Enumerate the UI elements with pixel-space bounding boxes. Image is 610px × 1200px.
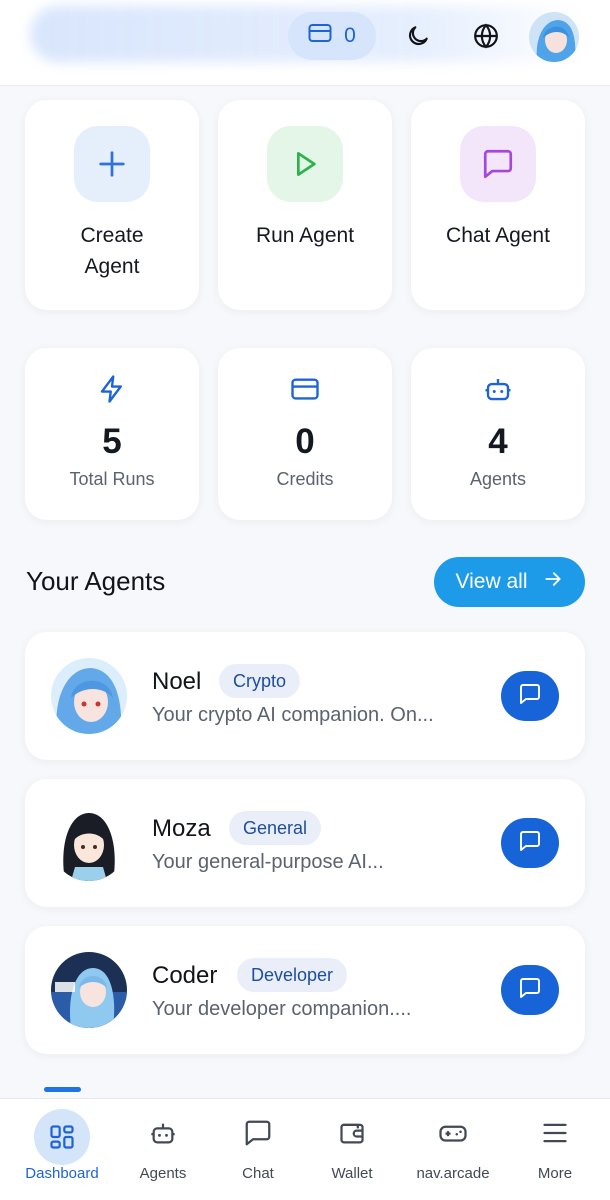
credits-count: 0 <box>344 24 356 47</box>
view-all-button[interactable]: View all <box>434 557 585 607</box>
zap-icon <box>25 374 199 404</box>
nav-label: nav.arcade <box>416 1165 490 1182</box>
agent-avatar <box>51 805 127 881</box>
message-square-icon <box>230 1109 286 1157</box>
chat-button[interactable] <box>501 965 559 1015</box>
total-runs-label: Total Runs <box>69 469 155 489</box>
credit-card-icon <box>308 23 332 49</box>
nav-label: Dashboard <box>25 1165 99 1182</box>
message-square-icon <box>460 126 536 202</box>
create-agent-card[interactable]: Create Agent <box>25 100 199 310</box>
nav-more[interactable]: More <box>507 1099 603 1200</box>
agents-stat: 4 Agents <box>411 348 585 520</box>
nav-chat[interactable]: Chat <box>210 1099 306 1200</box>
credits-value: 0 <box>295 422 315 461</box>
agent-description: Your general-purpose AI... <box>152 851 384 873</box>
total-runs-value: 5 <box>102 422 122 461</box>
agents-label: Agents <box>469 469 527 489</box>
bot-icon <box>135 1109 191 1157</box>
agent-name: Coder <box>152 962 218 989</box>
chat-agent-label: Chat Agent <box>446 224 550 247</box>
agent-name: Moza <box>152 815 211 842</box>
credits-stat: 0 Credits <box>218 348 392 520</box>
moon-icon[interactable] <box>402 20 434 52</box>
run-agent-card[interactable]: Run Agent <box>218 100 392 310</box>
agent-card[interactable]: Moza General Your general-purpose AI... <box>25 779 585 907</box>
top-header: 0 <box>0 0 610 86</box>
agent-description: Your developer companion.... <box>152 998 412 1020</box>
credits-label: Credits <box>276 469 334 489</box>
wallet-icon <box>324 1109 380 1157</box>
agent-description: Your crypto AI companion. On... <box>152 704 434 726</box>
play-icon <box>267 126 343 202</box>
agent-avatar <box>51 952 127 1028</box>
agent-card[interactable]: Noel Crypto Your crypto AI companion. On… <box>25 632 585 760</box>
nav-dashboard[interactable]: Dashboard <box>14 1099 110 1200</box>
chat-button[interactable] <box>501 671 559 721</box>
gamepad-icon <box>425 1109 481 1157</box>
agent-tag: Developer <box>237 958 348 992</box>
plus-icon <box>74 126 150 202</box>
message-square-icon <box>518 976 542 1005</box>
bottom-nav: Dashboard Agents Chat Wallet nav.arcade … <box>0 1098 610 1200</box>
agent-name: Noel <box>152 668 202 695</box>
credits-pill[interactable]: 0 <box>288 12 376 60</box>
nav-label: More <box>537 1165 573 1182</box>
nav-label: Chat <box>242 1165 274 1182</box>
agent-avatar <box>51 658 127 734</box>
message-square-icon <box>518 682 542 711</box>
scroll-indicator <box>44 1087 81 1092</box>
total-runs-stat: 5 Total Runs <box>25 348 199 520</box>
section-title: Your Agents <box>26 566 166 596</box>
agents-value: 4 <box>488 422 508 461</box>
view-all-label: View all <box>455 570 528 593</box>
menu-icon <box>527 1109 583 1157</box>
message-square-icon <box>518 829 542 858</box>
credit-card-icon <box>218 374 392 404</box>
nav-agents[interactable]: Agents <box>115 1099 211 1200</box>
agent-tag: Crypto <box>219 664 301 698</box>
create-agent-label: Create Agent <box>80 224 144 278</box>
agent-tag: General <box>229 811 322 845</box>
globe-icon[interactable] <box>470 20 502 52</box>
nav-wallet[interactable]: Wallet <box>304 1099 400 1200</box>
arrow-right-icon <box>543 569 563 595</box>
nav-label: Agents <box>139 1165 187 1182</box>
run-agent-label: Run Agent <box>255 224 355 247</box>
agent-card[interactable]: Coder Developer Your developer companion… <box>25 926 585 1054</box>
chat-button[interactable] <box>501 818 559 868</box>
bot-icon <box>411 374 585 404</box>
grid-icon <box>34 1109 90 1165</box>
user-avatar[interactable] <box>529 12 579 62</box>
chat-agent-card[interactable]: Chat Agent <box>411 100 585 310</box>
nav-label: Wallet <box>331 1165 373 1182</box>
nav-arcade[interactable]: nav.arcade <box>397 1099 509 1200</box>
